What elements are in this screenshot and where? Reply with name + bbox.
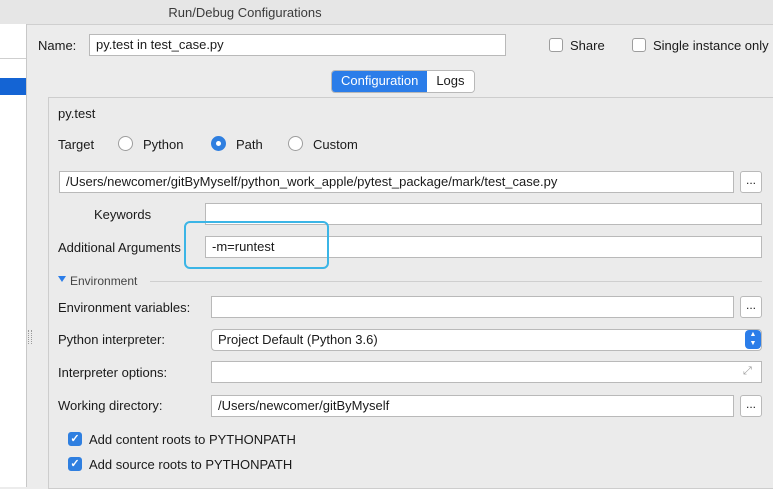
tab-configuration[interactable]: Configuration [332, 71, 428, 92]
interpreter-select[interactable]: Project Default (Python 3.6) [211, 329, 762, 351]
interpreter-value: Project Default (Python 3.6) [218, 332, 378, 347]
interp-options-label: Interpreter options: [58, 365, 168, 380]
highlight-box [184, 221, 329, 269]
name-input[interactable]: py.test in test_case.py [89, 34, 506, 56]
configuration-panel [48, 97, 773, 489]
path-browse-button[interactable]: ... [740, 171, 762, 193]
workdir-label: Working directory: [58, 398, 163, 413]
tab-bar: Configuration Logs [331, 70, 475, 93]
target-custom-label: Custom [313, 137, 358, 152]
environment-separator [150, 281, 762, 282]
add-source-roots-checkbox[interactable]: ✓ [68, 457, 82, 471]
add-content-roots-label: Add content roots to PYTHONPATH [89, 432, 296, 447]
env-vars-browse-button[interactable]: ... [740, 296, 762, 318]
sidebar-selected-item[interactable] [0, 78, 26, 95]
target-path-radio[interactable] [211, 136, 226, 151]
additional-args-label: Additional Arguments [58, 240, 181, 255]
target-label: Target [58, 137, 95, 152]
target-python-radio[interactable] [118, 136, 133, 151]
window-title: Run/Debug Configurations [168, 5, 322, 20]
path-input[interactable]: /Users/newcomer/gitByMyself/python_work_… [59, 171, 734, 193]
splitter-grip[interactable] [28, 330, 32, 344]
keywords-label: Keywords [94, 207, 152, 222]
target-custom-radio[interactable] [288, 136, 303, 151]
env-vars-label: Environment variables: [58, 300, 191, 315]
share-checkbox[interactable] [549, 38, 563, 52]
name-label: Name: [38, 38, 77, 53]
single-instance-label: Single instance only [653, 38, 769, 53]
env-vars-input[interactable] [211, 296, 734, 318]
expand-arrows-icon[interactable]: ⤢ [743, 365, 752, 378]
interpreter-label: Python interpreter: [58, 332, 165, 347]
workdir-input[interactable]: /Users/newcomer/gitByMyself [211, 395, 734, 417]
share-label: Share [570, 38, 605, 53]
section-title: py.test [58, 106, 96, 121]
workdir-browse-button[interactable]: ... [740, 395, 762, 417]
add-content-roots-checkbox[interactable]: ✓ [68, 432, 82, 446]
add-source-roots-label: Add source roots to PYTHONPATH [89, 457, 293, 472]
updown-arrows-icon[interactable]: ▲ ▼ [745, 330, 761, 349]
single-instance-checkbox[interactable] [632, 38, 646, 52]
tab-logs[interactable]: Logs [427, 71, 474, 92]
sidebar-divider [0, 58, 26, 59]
environment-label: Environment [70, 274, 138, 288]
target-path-label: Path [236, 137, 263, 152]
target-python-label: Python [143, 137, 184, 152]
triangle-down-icon[interactable] [58, 276, 66, 282]
interp-options-input[interactable] [211, 361, 762, 383]
